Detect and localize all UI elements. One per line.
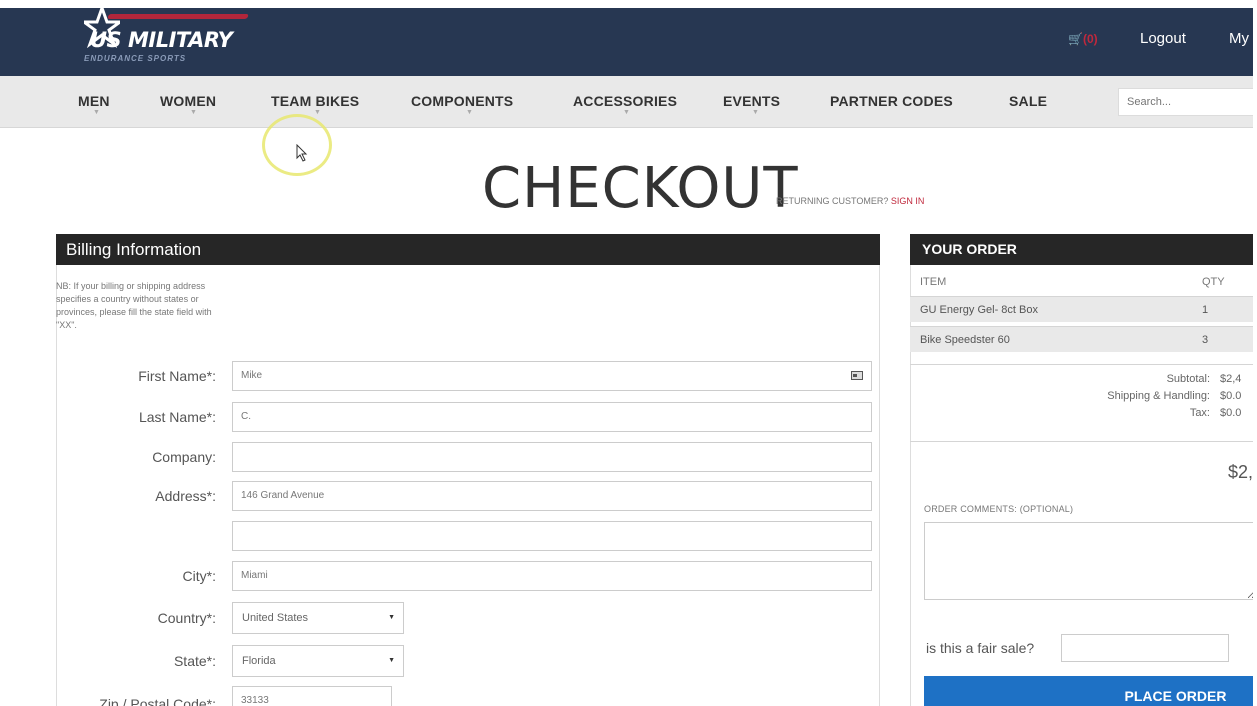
tax-value: $0.0 [1220,407,1242,419]
state-select[interactable]: Florida ▼ [232,645,404,677]
chevron-down-icon: ▼ [93,109,100,116]
first-name-field[interactable]: Mike [232,361,872,391]
zip-field[interactable]: 33133 [232,686,392,706]
billing-heading: Billing Information [56,234,880,265]
logo-text: US MILITARY [90,28,233,52]
last-name-label: Last Name*: [138,409,216,425]
chevron-down-icon: ▼ [388,657,395,664]
nav-item-women[interactable]: WOMEN [160,93,216,109]
comments-label: ORDER COMMENTS: (OPTIONAL) [924,504,1074,514]
zip-label: Zip / Postal Code*: [99,696,216,706]
company-field[interactable] [232,442,872,472]
order-item-name: Bike Speedster 60 [920,334,1010,346]
city-field[interactable]: Miami [232,561,872,591]
cart-glyph-icon: 🛒 [1068,32,1083,46]
logo-subtext: ENDURANCE SPORTS [84,54,187,63]
frame-right [1253,0,1257,706]
nav-item-partner-codes[interactable]: PARTNER CODES [830,93,953,109]
order-comments-input[interactable] [924,522,1257,600]
subtotal-value: $2,4 [1220,373,1242,385]
nav-item-men[interactable]: MEN [78,93,110,109]
order-totals: Subtotal: $2,4 Shipping & Handling: $0.0… [910,364,1257,442]
order-columns: ITEM QTY [910,270,1257,294]
top-header: US MILITARY ENDURANCE SPORTS 🛒(0) Logout… [0,8,1257,76]
col-item: ITEM [920,276,947,288]
order-heading: YOUR ORDER [910,234,1257,265]
address-label: Address*: [155,488,216,504]
tax-label: Tax: [1189,407,1210,419]
chevron-down-icon: ▼ [388,614,395,621]
state-value: Florida [242,655,276,667]
fair-sale-label: is this a fair sale? [926,640,1035,656]
site-logo[interactable]: US MILITARY ENDURANCE SPORTS [62,8,262,70]
company-label: Company: [152,449,216,465]
returning-customer: RETURNING CUSTOMER? SIGN IN [776,196,924,206]
nav-item-team-bikes[interactable]: TEAM BIKES [271,93,359,109]
cart-count: (0) [1082,32,1098,46]
chevron-down-icon: ▼ [623,109,630,116]
first-name-label: First Name*: [138,368,216,384]
chevron-down-icon: ▼ [466,109,473,116]
chevron-down-icon: ▼ [314,109,321,116]
city-label: City*: [182,568,216,584]
page-title: CHECKOUT [482,156,799,221]
state-label: State*: [173,653,216,669]
col-qty: QTY [1202,276,1225,288]
order-item-qty: 1 [1202,304,1209,316]
fair-sale-input[interactable] [1061,634,1229,662]
billing-note: NB: If your billing or shipping address … [56,281,212,330]
chevron-down-icon: ▼ [190,109,197,116]
mouse-pointer-icon [296,144,308,162]
shipping-label: Shipping & Handling: [1107,390,1210,402]
country-label: Country*: [157,610,216,626]
main-nav: MEN ▼ WOMEN ▼ TEAM BIKES ▼ COMPONENTS ▼ … [0,76,1257,128]
country-value: United States [242,612,309,624]
order-item-name: GU Energy Gel- 8ct Box [920,304,1038,316]
cart-icon[interactable]: 🛒(0) [1068,32,1098,46]
subtotal-label: Subtotal: [1166,373,1210,385]
sign-in-link[interactable]: SIGN IN [891,196,925,206]
address-field[interactable]: 146 Grand Avenue [232,481,872,511]
my-account-link[interactable]: My [1229,30,1249,47]
nav-item-events[interactable]: EVENTS [723,93,780,109]
nav-item-sale[interactable]: SALE [1009,93,1047,109]
shipping-value: $0.0 [1220,390,1242,402]
country-select[interactable]: United States ▼ [232,602,404,634]
frame-top [0,0,1257,8]
order-item-qty: 3 [1202,334,1209,346]
chevron-down-icon: ▼ [752,109,759,116]
returning-text: RETURNING CUSTOMER? [776,196,889,206]
order-item-row: Bike Speedster 60 3 [910,326,1257,352]
search-input[interactable] [1118,88,1257,116]
nav-item-components[interactable]: COMPONENTS [411,93,513,109]
logo-stripe [107,14,249,19]
logout-link[interactable]: Logout [1140,30,1186,47]
nav-item-accessories[interactable]: ACCESSORIES [573,93,677,109]
order-item-row: GU Energy Gel- 8ct Box 1 [910,296,1257,322]
contact-card-icon[interactable] [851,371,863,380]
place-order-button[interactable]: PLACE ORDER [924,676,1257,706]
last-name-field[interactable]: C. [232,402,872,432]
address2-field[interactable] [232,521,872,551]
first-name-value: Mike [241,370,263,381]
grand-total: $2, [1228,462,1254,482]
